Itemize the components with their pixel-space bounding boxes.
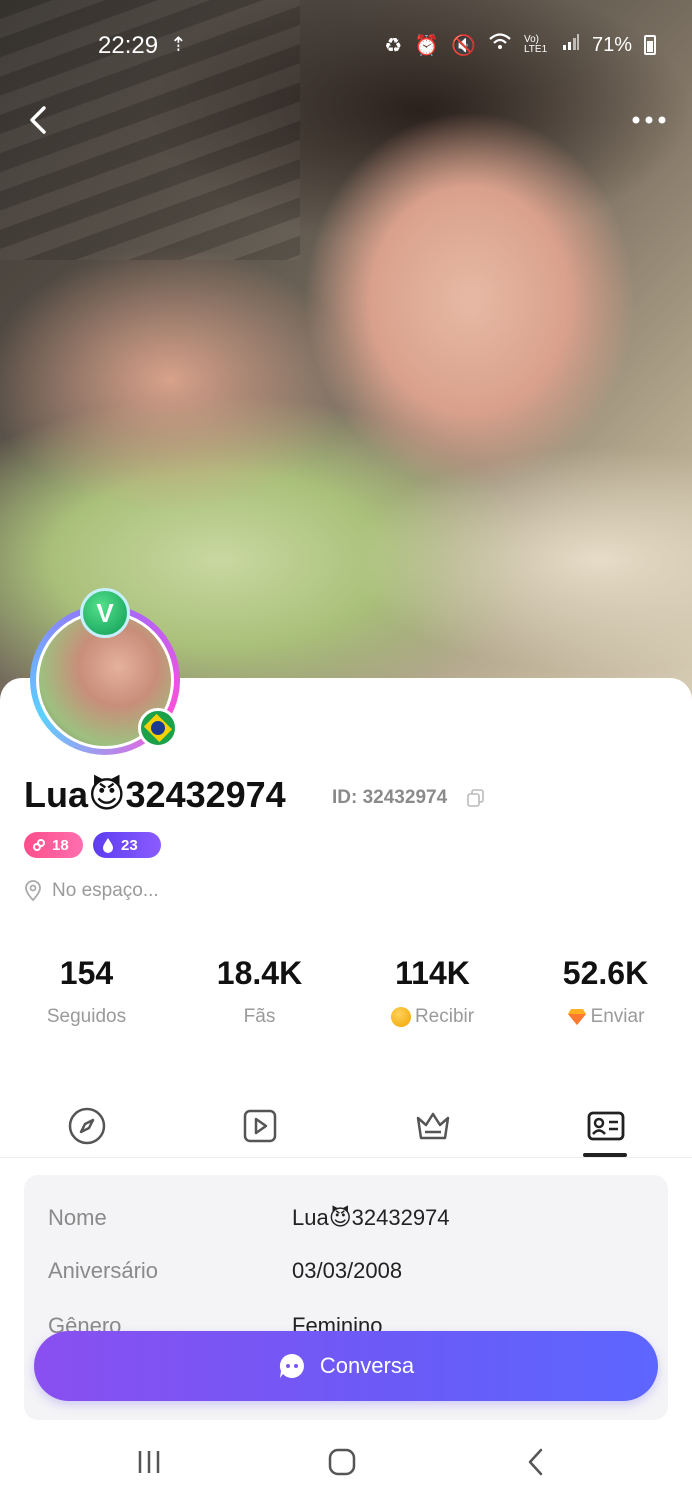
battery-percent: 71% [591,33,632,56]
signal-icon [562,33,580,57]
home-icon [328,1448,356,1476]
stat-label: Seguidos [0,1006,173,1028]
alarm-icon: ⏰ [414,34,440,57]
gem-icon [567,1009,586,1025]
stat-following[interactable]: 154 Seguidos [0,955,173,1028]
status-icons: ♻ ⏰ 🔇 Vo) LTE1 71% [384,32,656,58]
profile-card-icon [587,1111,624,1141]
user-id: ID: 32432974 [332,787,448,808]
stat-label: Enviar [519,1006,692,1028]
system-nav-bar [0,1420,692,1500]
stat-label-text: Fãs [243,1006,276,1027]
location-text: No espaço... [52,880,159,901]
stat-received[interactable]: 114K Recibir [346,955,519,1028]
stat-label: Fãs [173,1006,346,1028]
fans-badge: 23 [93,832,161,858]
chevron-left-icon [528,1448,543,1476]
drop-icon [103,838,113,853]
back-button[interactable] [20,100,60,140]
tab-profile-info[interactable] [519,1098,692,1158]
home-button[interactable] [312,1442,372,1482]
stat-value: 154 [59,955,114,991]
chat-button-label: Conversa [319,1353,415,1378]
info-label: Aniversário [48,1258,159,1283]
tab-videos[interactable] [173,1098,346,1158]
chevron-left-icon [30,106,46,134]
tab-moments[interactable] [0,1098,173,1158]
status-bar: 22:29 ⇡ ♻ ⏰ 🔇 Vo) LTE1 71% [0,0,692,90]
recent-apps-icon [138,1451,160,1473]
stat-label-text: Enviar [590,1006,645,1027]
more-dots-icon [632,116,666,124]
fans-badge-value: 23 [121,836,138,854]
stat-label-text: Seguidos [46,1006,127,1027]
link-icon [33,839,45,851]
location-pin-icon [25,880,41,902]
video-icon [243,1109,276,1143]
stat-label-text: Recibir [414,1006,475,1027]
upload-icon: ⇡ [170,34,187,56]
level-badge: 18 [24,832,83,858]
stat-sent[interactable]: 52.6K Enviar [519,955,692,1028]
tab-crown[interactable] [346,1098,519,1158]
mute-icon: 🔇 [451,34,476,57]
stat-value: 52.6K [562,955,649,991]
level-badge-value: 18 [52,836,69,854]
crown-icon [416,1112,449,1140]
chat-button[interactable]: Conversa [34,1331,658,1401]
brazil-flag-icon [138,708,178,748]
stat-label: Recibir [346,1006,519,1028]
active-tab-indicator [583,1153,627,1157]
verified-badge: V [80,588,130,638]
battery-saver-icon: ♻ [384,34,403,57]
location: No espaço... [24,880,159,902]
chat-bubble-icon [279,1353,304,1378]
coin-icon [390,1007,411,1027]
stat-fans[interactable]: 18.4K Fãs [173,955,346,1028]
info-value: Lua😈32432974 [292,1205,450,1230]
info-label: Nome [48,1205,107,1230]
profile-tabs [0,1098,692,1158]
battery-icon [644,35,656,55]
recent-apps-button[interactable] [119,1442,179,1482]
compass-icon [68,1107,105,1145]
stats-row: 154 Seguidos 18.4K Fãs 114K Recibir 52.6… [0,955,692,1045]
wifi-icon [488,32,512,58]
username: Lua😈32432974 [24,774,286,815]
system-back-button[interactable] [506,1442,566,1482]
avatar[interactable]: V [30,588,200,760]
copy-icon[interactable] [466,788,486,808]
stat-value: 18.4K [216,955,303,991]
lte-icon: Vo) LTE1 [523,34,548,55]
status-time: 22:29 [98,32,159,59]
stat-value: 114K [395,955,470,991]
more-options-button[interactable] [624,102,674,138]
info-value: 03/03/2008 [292,1258,403,1283]
